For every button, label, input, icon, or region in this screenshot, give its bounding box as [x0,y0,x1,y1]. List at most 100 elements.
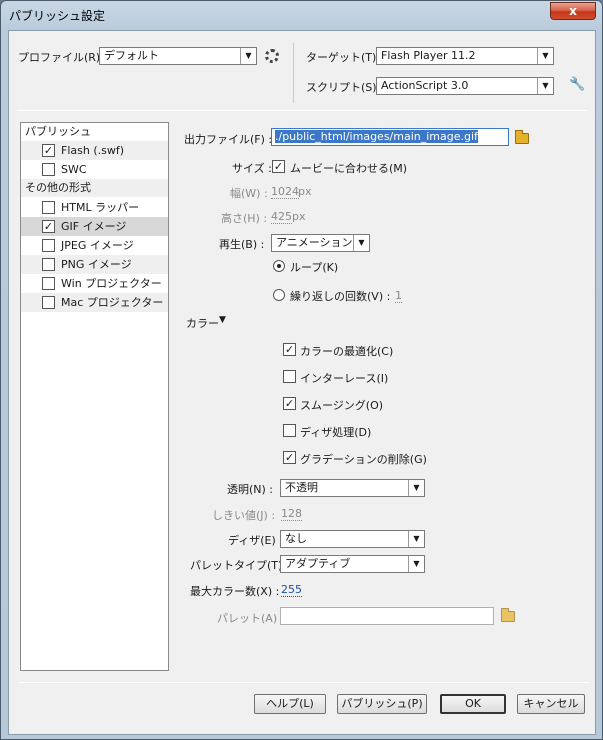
publish-settings-dialog: パブリッシュ設定 x プロファイル(R) : デフォルト ▼ ターゲット(T) … [0,0,603,740]
palette-type-select[interactable]: アダプティブ ▼ [280,555,425,573]
list-item-jpeg[interactable]: JPEG イメージ [21,236,168,255]
color-optimize-checkbox[interactable]: ✓ [283,343,296,356]
repeat-radio[interactable] [273,289,285,301]
transparency-value: 不透明 [285,481,318,494]
wrench-icon[interactable]: 🔧 [569,77,585,92]
list-item-label: Flash (.swf) [61,144,125,157]
dither-process-checkbox[interactable] [283,424,296,437]
threshold-label: しきい値(J) : [212,509,276,522]
playback-value: アニメーション [276,236,353,249]
match-movie-checkbox[interactable]: ✓ [272,160,285,173]
height-value[interactable]: 425 [271,210,292,224]
output-file-value: ./public_html/images/main_image.gif [275,130,478,143]
triangle-down-icon[interactable]: ▼ [219,315,226,325]
cancel-button[interactable]: キャンセル [517,694,585,714]
color-section-label[interactable]: カラー [186,315,219,331]
help-button[interactable]: ヘルプ(L) [254,694,326,714]
remove-gradient-label: グラデーションの削除(G) [300,453,427,466]
format-list: パブリッシュ ✓ Flash (.swf) SWC その他の形式 HTML ラッ… [20,122,169,671]
chevron-down-icon: ▼ [240,48,256,64]
html-checkbox[interactable] [42,201,55,214]
flash-checkbox[interactable]: ✓ [42,144,55,157]
list-item-png[interactable]: PNG イメージ [21,255,168,274]
width-label: 幅(W) : [230,187,268,200]
transparency-select[interactable]: 不透明 ▼ [280,479,425,497]
list-item-label: JPEG イメージ [61,239,134,252]
script-value: ActionScript 3.0 [381,79,469,92]
color-optimize-label: カラーの最適化(C) [300,345,394,358]
header-separator [17,110,587,111]
target-select[interactable]: Flash Player 11.2 ▼ [376,47,554,65]
target-label: ターゲット(T) : [306,51,384,64]
max-colors-value[interactable]: 255 [281,583,302,597]
ok-button[interactable]: OK [440,694,506,714]
transparency-label: 透明(N) : [227,483,274,496]
gear-icon[interactable] [265,49,279,63]
publish-header: パブリッシュ [25,125,91,138]
header-divider [293,43,294,103]
threshold-value[interactable]: 128 [281,507,302,521]
title-bar: パブリッシュ設定 x [1,1,602,29]
dither-label: ディザ(E) : [228,534,283,547]
repeat-value[interactable]: 1 [395,289,402,303]
list-item-mac-projector[interactable]: Mac プロジェクター [21,293,168,312]
swc-checkbox[interactable] [42,163,55,176]
folder-icon[interactable] [515,130,529,144]
width-value[interactable]: 1024 [271,185,299,199]
profile-select[interactable]: デフォルト ▼ [99,47,257,65]
window-title: パブリッシュ設定 [9,9,106,23]
interlace-label: インターレース(I) [300,372,389,385]
output-file-input[interactable]: ./public_html/images/main_image.gif [271,128,509,146]
smoothing-checkbox[interactable]: ✓ [283,397,296,410]
palette-input[interactable] [280,607,494,625]
playback-label: 再生(B) : [219,238,265,251]
gif-checkbox[interactable]: ✓ [42,220,55,233]
chevron-down-icon: ▼ [408,531,424,547]
list-item-label: Win プロジェクター [61,277,162,290]
list-item-label: SWC [61,163,87,176]
smoothing-label: スムージング(O) [300,399,384,412]
script-label: スクリプト(S) : [306,81,384,94]
list-item-flash[interactable]: ✓ Flash (.swf) [21,141,168,160]
other-formats-header: その他の形式 [21,179,168,197]
list-item-label: Mac プロジェクター [61,296,164,309]
chevron-down-icon: ▼ [408,480,424,496]
chevron-down-icon: ▼ [353,235,369,251]
radio-dot [277,264,281,268]
chevron-down-icon: ▼ [408,556,424,572]
repeat-label: 繰り返しの回数(V) : [290,290,391,303]
script-select[interactable]: ActionScript 3.0 ▼ [376,77,554,95]
match-movie-label: ムービーに合わせる(M) [290,162,408,175]
close-button[interactable]: x [550,2,596,20]
list-item-label: HTML ラッパー [61,201,140,214]
win-projector-checkbox[interactable] [42,277,55,290]
publish-button[interactable]: パブリッシュ(P) [337,694,427,714]
jpeg-checkbox[interactable] [42,239,55,252]
height-unit: px [292,210,306,223]
profile-label: プロファイル(R) : [18,51,108,64]
png-checkbox[interactable] [42,258,55,271]
dither-process-label: ディザ処理(D) [300,426,372,439]
mac-projector-checkbox[interactable] [42,296,55,309]
loop-radio[interactable] [273,260,285,272]
loop-label: ループ(K) [290,261,339,274]
output-file-label: 出力ファイル(F) : [184,133,273,146]
remove-gradient-checkbox[interactable]: ✓ [283,451,296,464]
profile-value: デフォルト [104,49,159,62]
folder-icon[interactable] [501,608,515,622]
interlace-checkbox[interactable] [283,370,296,383]
list-item-win-projector[interactable]: Win プロジェクター [21,274,168,293]
target-value: Flash Player 11.2 [381,49,476,62]
dialog-body: プロファイル(R) : デフォルト ▼ ターゲット(T) : Flash Pla… [8,30,596,735]
playback-select[interactable]: アニメーション ▼ [271,234,370,252]
dither-value: なし [285,532,307,545]
max-colors-label: 最大カラー数(X) : [190,585,280,598]
chevron-down-icon: ▼ [537,48,553,64]
list-item-html[interactable]: HTML ラッパー [21,198,168,217]
list-item-label: GIF イメージ [61,220,127,233]
chevron-down-icon: ▼ [537,78,553,94]
height-label: 高さ(H) : [221,212,268,225]
list-item-gif[interactable]: ✓ GIF イメージ [21,217,168,236]
dither-select[interactable]: なし ▼ [280,530,425,548]
list-item-swc[interactable]: SWC [21,160,168,179]
